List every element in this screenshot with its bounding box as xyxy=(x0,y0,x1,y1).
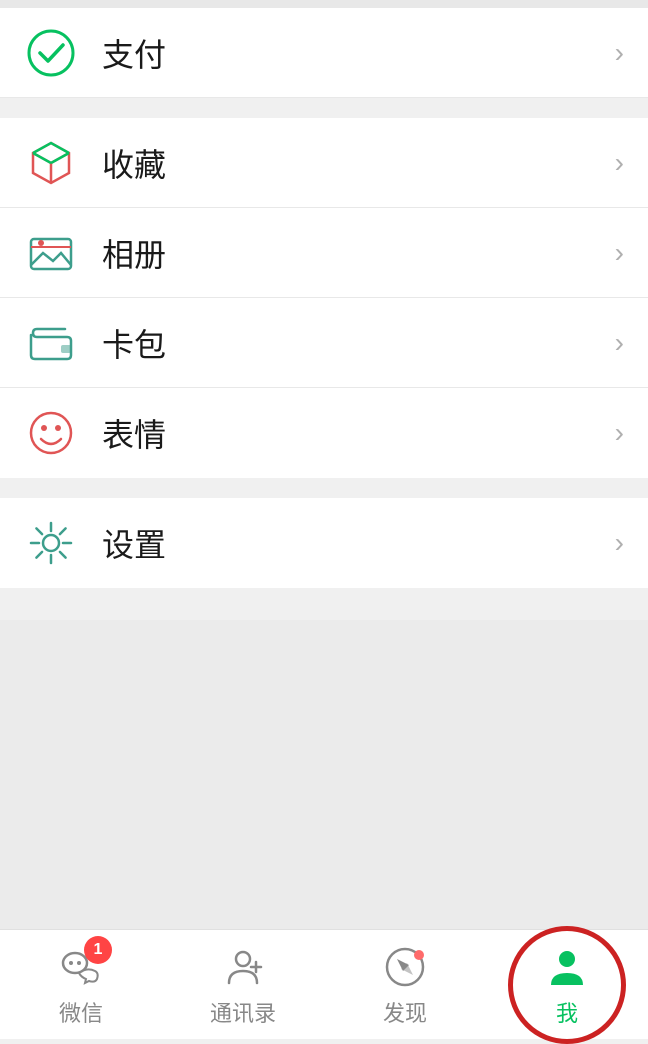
album-icon xyxy=(24,226,78,280)
nav-item-me[interactable]: 我 xyxy=(486,930,648,1039)
favorites-menu-item[interactable]: 收藏 › xyxy=(0,118,648,208)
contacts-icon xyxy=(218,942,268,992)
wechat-badge: 1 xyxy=(84,936,112,964)
payment-chevron: › xyxy=(615,37,624,69)
stickers-chevron: › xyxy=(615,417,624,449)
wallet-chevron: › xyxy=(615,327,624,359)
wallet-label: 卡包 xyxy=(102,320,615,366)
payment-label: 支付 xyxy=(102,30,615,76)
favorites-label: 收藏 xyxy=(102,140,615,186)
settings-label: 设置 xyxy=(102,520,615,566)
section-gap-1 xyxy=(0,98,648,118)
settings-chevron: › xyxy=(615,527,624,559)
nav-item-contacts[interactable]: 通讯录 xyxy=(162,930,324,1039)
favorites-chevron: › xyxy=(615,147,624,179)
section-gap-2 xyxy=(0,478,648,498)
album-menu-item[interactable]: 相册 › xyxy=(0,208,648,298)
contacts-nav-label: 通讯录 xyxy=(210,996,276,1028)
me-nav-label: 我 xyxy=(556,996,578,1028)
payment-icon xyxy=(24,26,78,80)
stickers-icon xyxy=(24,406,78,460)
discover-nav-label: 发现 xyxy=(383,996,427,1028)
settings-menu-item[interactable]: 设置 › xyxy=(0,498,648,588)
bottom-navigation: 1 微信 通讯录 发现 xyxy=(0,929,648,1039)
wechat-icon: 1 xyxy=(56,942,106,992)
nav-item-discover[interactable]: 发现 xyxy=(324,930,486,1039)
discover-icon xyxy=(380,942,430,992)
wallet-icon xyxy=(24,316,78,370)
gray-content-area xyxy=(0,620,648,929)
nav-item-wechat[interactable]: 1 微信 xyxy=(0,930,162,1039)
me-icon xyxy=(542,942,592,992)
album-chevron: › xyxy=(615,237,624,269)
wallet-menu-item[interactable]: 卡包 › xyxy=(0,298,648,388)
stickers-label: 表情 xyxy=(102,410,615,456)
album-label: 相册 xyxy=(102,230,615,276)
settings-icon xyxy=(24,516,78,570)
menu-section-3: 设置 › xyxy=(0,498,648,588)
wechat-nav-label: 微信 xyxy=(59,996,103,1028)
menu-section-2: 收藏 › 相册 › 卡包 › xyxy=(0,118,648,478)
favorites-icon xyxy=(24,136,78,190)
payment-menu-item[interactable]: 支付 › xyxy=(0,8,648,98)
stickers-menu-item[interactable]: 表情 › xyxy=(0,388,648,478)
